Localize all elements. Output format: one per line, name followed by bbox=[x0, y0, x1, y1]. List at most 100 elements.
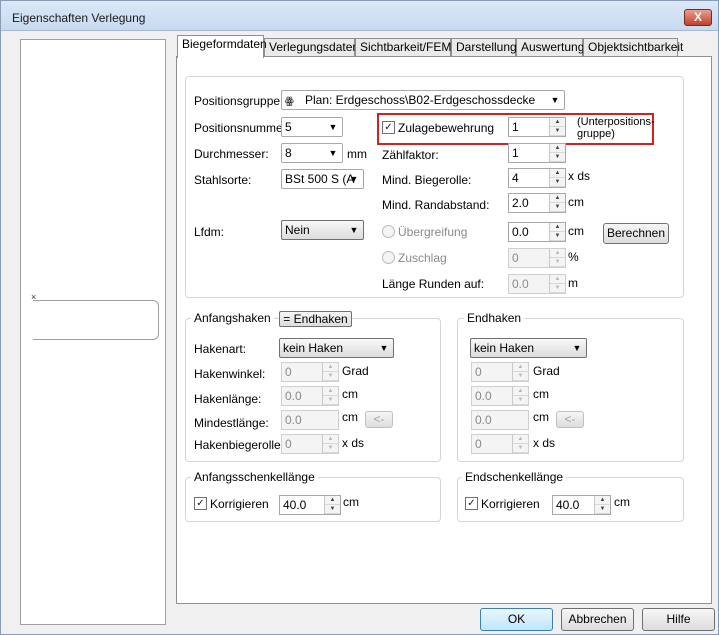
a-hakenbiegerolle-unit: x ds bbox=[342, 436, 365, 450]
e-hakenwinkel-unit: Grad bbox=[533, 364, 560, 378]
endschenkel-unit: cm bbox=[614, 495, 630, 509]
zuschlag-radio[interactable] bbox=[382, 251, 395, 264]
a-hakenbiegerolle-spinner[interactable]: 0 ▲ ▼ bbox=[281, 434, 339, 454]
e-hakenart-select[interactable]: kein Haken ▼ bbox=[470, 338, 587, 358]
e-hakenlaenge-spinner[interactable]: 0.0 ▲ ▼ bbox=[471, 386, 529, 406]
zaehlfaktor-spinner[interactable]: 1 ▲ ▼ bbox=[508, 143, 566, 163]
copy-to-endhaken-button[interactable]: = Endhaken bbox=[279, 311, 352, 327]
e-mindestlaenge-arrow-button[interactable]: <- bbox=[556, 411, 584, 428]
spin-updown-icon[interactable]: ▲ ▼ bbox=[549, 223, 565, 241]
zulagebewehrung-spinner[interactable]: 1 ▲ ▼ bbox=[508, 117, 566, 137]
a-hakenlaenge-spinner[interactable]: 0.0 ▲ ▼ bbox=[281, 386, 339, 406]
e-hakenbiegerolle-spinner[interactable]: 0 ▲ ▼ bbox=[471, 434, 529, 454]
tab-sichtbarkeit-fem[interactable]: Sichtbarkeit/FEM bbox=[355, 38, 451, 57]
spin-updown-icon[interactable]: ▲ ▼ bbox=[549, 194, 565, 212]
a-mindestlaenge-field[interactable]: 0.0 bbox=[281, 410, 339, 430]
positionsnummer-select[interactable]: 5 ▼ bbox=[281, 117, 343, 137]
a-hakenlaenge-unit: cm bbox=[342, 387, 358, 401]
spin-updown-icon[interactable]: ▲ ▼ bbox=[512, 435, 528, 453]
ok-button[interactable]: OK bbox=[480, 608, 553, 631]
endschenkel-value: 40.0 bbox=[556, 498, 580, 512]
zulagebewehrung-checkbox[interactable]: ✓ bbox=[382, 121, 395, 134]
lfdm-value: Nein bbox=[285, 223, 310, 237]
uebergreifung-spinner[interactable]: 0.0 ▲ ▼ bbox=[508, 222, 566, 242]
zulagebewehrung-note: (Unterpositions- gruppe) bbox=[577, 116, 655, 140]
positionsgruppe-select[interactable]: ꙮ Plan: Erdgeschoss\B02-Erdgeschossdecke … bbox=[281, 90, 565, 110]
spin-updown-icon[interactable]: ▲ ▼ bbox=[549, 118, 565, 136]
laenge-runden-unit: m bbox=[568, 276, 578, 290]
a-hakenwinkel-spinner[interactable]: 0 ▲ ▼ bbox=[281, 362, 339, 382]
laenge-runden-spinner[interactable]: 0.0 ▲ ▼ bbox=[508, 274, 566, 294]
spin-updown-icon[interactable]: ▲ ▼ bbox=[549, 169, 565, 187]
uebergreifung-label: Übergreifung bbox=[398, 225, 468, 239]
e-hakenwinkel-spinner[interactable]: 0 ▲ ▼ bbox=[471, 362, 529, 382]
a-mindestlaenge-label: Mindestlänge: bbox=[194, 416, 269, 430]
zulage-note-line2: gruppe) bbox=[577, 128, 615, 140]
a-hakenwinkel-label: Hakenwinkel: bbox=[194, 367, 266, 381]
e-hakenart-value: kein Haken bbox=[474, 341, 535, 355]
window-title: Eigenschaften Verlegung bbox=[12, 11, 146, 25]
durchmesser-select[interactable]: 8 ▼ bbox=[281, 143, 343, 163]
positionsnummer-value: 5 bbox=[285, 120, 292, 134]
tab-label: Auswertung bbox=[521, 40, 585, 54]
a-mindestlaenge-arrow-button[interactable]: <- bbox=[365, 411, 393, 428]
e-hakenwinkel-value: 0 bbox=[475, 365, 482, 379]
zulagebewehrung-value: 1 bbox=[512, 120, 519, 134]
lfdm-select[interactable]: Nein ▼ bbox=[281, 220, 364, 240]
spin-updown-icon[interactable]: ▲ ▼ bbox=[594, 496, 610, 514]
spin-updown-icon[interactable]: ▲ ▼ bbox=[549, 275, 565, 293]
endhaken-title: Endhaken bbox=[464, 311, 525, 325]
berechnen-button[interactable]: Berechnen bbox=[603, 223, 669, 244]
a-hakenlaenge-value: 0.0 bbox=[285, 389, 302, 403]
tab-auswertung[interactable]: Auswertung bbox=[516, 38, 585, 57]
tab-label: Biegeformdaten bbox=[182, 37, 267, 51]
e-hakenbiegerolle-value: 0 bbox=[475, 437, 482, 451]
spin-updown-icon[interactable]: ▲ ▼ bbox=[322, 387, 338, 405]
close-button[interactable]: X bbox=[684, 9, 712, 26]
chevron-down-icon: ▼ bbox=[349, 225, 359, 235]
left-tree-pane[interactable]: × bbox=[20, 39, 166, 625]
lfdm-label: Lfdm: bbox=[194, 225, 225, 239]
spin-updown-icon[interactable]: ▲ ▼ bbox=[549, 144, 565, 162]
a-hakenwinkel-unit: Grad bbox=[342, 364, 369, 378]
chevron-down-icon: ▼ bbox=[328, 122, 338, 132]
zulage-note-line1: (Unterpositions- bbox=[577, 116, 655, 128]
anfangsschenkel-unit: cm bbox=[343, 495, 359, 509]
anfangshaken-title: Anfangshaken bbox=[191, 311, 274, 325]
zaehlfaktor-label: Zählfaktor: bbox=[382, 148, 439, 162]
help-button[interactable]: Hilfe bbox=[642, 608, 715, 631]
tab-biegeformdaten[interactable]: Biegeformdaten bbox=[177, 35, 267, 58]
anfangsschenkel-korrigieren-checkbox[interactable]: ✓ bbox=[194, 497, 207, 510]
uebergreifung-radio[interactable] bbox=[382, 225, 395, 238]
spin-updown-icon[interactable]: ▲ ▼ bbox=[512, 363, 528, 381]
tab-verlegungsdaten[interactable]: Verlegungsdaten bbox=[264, 38, 359, 57]
a-hakenart-label: Hakenart: bbox=[194, 342, 247, 356]
tab-objektsichtbarkeit[interactable]: Objektsichtbarkeit bbox=[583, 38, 683, 57]
tab-darstellung[interactable]: Darstellung bbox=[451, 38, 517, 57]
e-mindestlaenge-value: 0.0 bbox=[475, 413, 492, 427]
anfangsschenkel-korrigieren-label: Korrigieren bbox=[210, 497, 269, 511]
laenge-runden-value: 0.0 bbox=[512, 277, 529, 291]
chevron-down-icon: ▼ bbox=[328, 148, 338, 158]
mind-biegerolle-spinner[interactable]: 4 ▲ ▼ bbox=[508, 168, 566, 188]
endschenkel-korrigieren-checkbox[interactable]: ✓ bbox=[465, 497, 478, 510]
a-hakenart-value: kein Haken bbox=[283, 341, 344, 355]
anfangsschenkel-spinner[interactable]: 40.0 ▲ ▼ bbox=[279, 495, 341, 515]
cancel-button[interactable]: Abbrechen bbox=[561, 608, 634, 631]
e-mindestlaenge-field[interactable]: 0.0 bbox=[471, 410, 529, 430]
a-hakenart-select[interactable]: kein Haken ▼ bbox=[279, 338, 394, 358]
spin-updown-icon[interactable]: ▲ ▼ bbox=[322, 363, 338, 381]
spin-updown-icon[interactable]: ▲ ▼ bbox=[512, 387, 528, 405]
spin-updown-icon[interactable]: ▲ ▼ bbox=[324, 496, 340, 514]
zuschlag-spinner[interactable]: 0 ▲ ▼ bbox=[508, 248, 566, 268]
spin-updown-icon[interactable]: ▲ ▼ bbox=[322, 435, 338, 453]
a-mindestlaenge-unit: cm bbox=[342, 410, 358, 424]
endschenkel-spinner[interactable]: 40.0 ▲ ▼ bbox=[552, 495, 611, 515]
stahlsorte-select[interactable]: BSt 500 S (A ▼ bbox=[281, 169, 364, 189]
durchmesser-value: 8 bbox=[285, 146, 292, 160]
e-hakenlaenge-unit: cm bbox=[533, 387, 549, 401]
spin-updown-icon[interactable]: ▲ ▼ bbox=[549, 249, 565, 267]
mind-randabstand-value: 2.0 bbox=[512, 196, 529, 210]
mind-randabstand-spinner[interactable]: 2.0 ▲ ▼ bbox=[508, 193, 566, 213]
plan-icon: ꙮ bbox=[285, 96, 294, 107]
